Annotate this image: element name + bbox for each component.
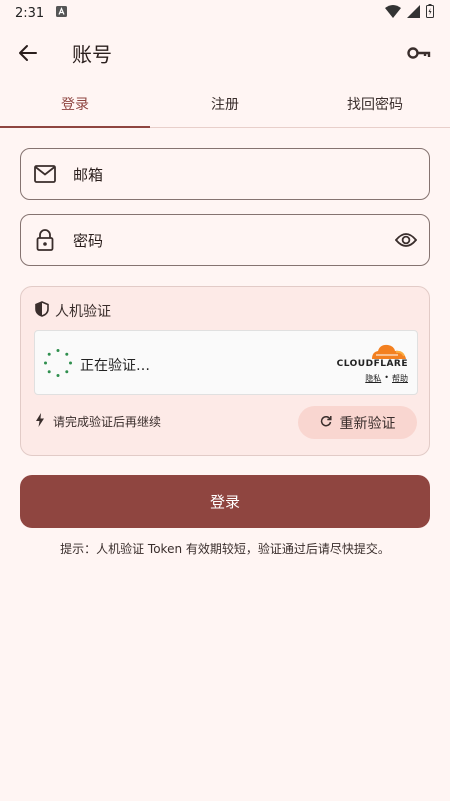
- password-placeholder: 密码: [73, 231, 104, 250]
- privacy-link[interactable]: 隐私: [365, 373, 381, 384]
- wifi-icon: [385, 4, 401, 22]
- tab-bar: 登录 注册 找回密码: [0, 80, 450, 128]
- login-button[interactable]: 登录: [20, 475, 430, 528]
- login-label: 登录: [209, 493, 240, 511]
- spinner-icon: [43, 348, 73, 382]
- signal-icon: [407, 4, 420, 22]
- captcha-card: 人机验证 正在验证… CLOUDFLARE 隐私 • 帮助 请完成验证后再继续 …: [20, 286, 430, 456]
- captcha-header: 人机验证: [35, 301, 111, 321]
- mail-icon: [34, 165, 56, 183]
- page-title: 账号: [72, 42, 112, 67]
- link-separator: •: [384, 373, 389, 382]
- retry-verification-button[interactable]: 重新验证: [298, 406, 417, 439]
- token-tip: 提示：人机验证 Token 有效期较短，验证通过后请尽快提交。: [60, 542, 390, 556]
- eye-icon[interactable]: [395, 232, 417, 248]
- key-icon: [407, 47, 431, 59]
- captcha-title: 人机验证: [55, 304, 111, 320]
- status-bar: 2:31: [0, 0, 450, 26]
- cloudflare-links: 隐私 • 帮助: [365, 373, 408, 384]
- bolt-icon: [35, 413, 45, 430]
- captcha-hint-text: 请完成验证后再继续: [53, 415, 162, 429]
- arrow-left-icon: [19, 45, 37, 61]
- tab-recover-password[interactable]: 找回密码: [300, 80, 450, 127]
- verification-status: 正在验证…: [80, 358, 150, 374]
- lock-icon: [36, 229, 54, 251]
- app-bar: 账号: [0, 26, 450, 80]
- cloudflare-brand: CLOUDFLARE: [336, 359, 408, 369]
- key-button[interactable]: [404, 38, 434, 68]
- status-time: 2:31: [15, 5, 45, 21]
- notification-a-icon: [56, 5, 68, 21]
- retry-label: 重新验证: [339, 415, 396, 432]
- tab-label: 登录: [61, 96, 89, 113]
- captcha-hint: 请完成验证后再继续: [35, 413, 161, 430]
- battery-icon: [426, 4, 434, 22]
- back-button[interactable]: [12, 37, 44, 69]
- cloudflare-turnstile-widget[interactable]: 正在验证… CLOUDFLARE 隐私 • 帮助: [34, 330, 418, 395]
- help-link[interactable]: 帮助: [392, 373, 408, 384]
- email-field[interactable]: 邮箱: [20, 148, 430, 200]
- shield-icon: [35, 301, 49, 321]
- tab-label: 注册: [211, 96, 239, 113]
- password-field[interactable]: 密码: [20, 214, 430, 266]
- email-placeholder: 邮箱: [73, 165, 104, 184]
- tab-login[interactable]: 登录: [0, 80, 150, 128]
- tab-label: 找回密码: [347, 96, 403, 113]
- tab-register[interactable]: 注册: [150, 80, 300, 127]
- refresh-icon: [320, 415, 332, 431]
